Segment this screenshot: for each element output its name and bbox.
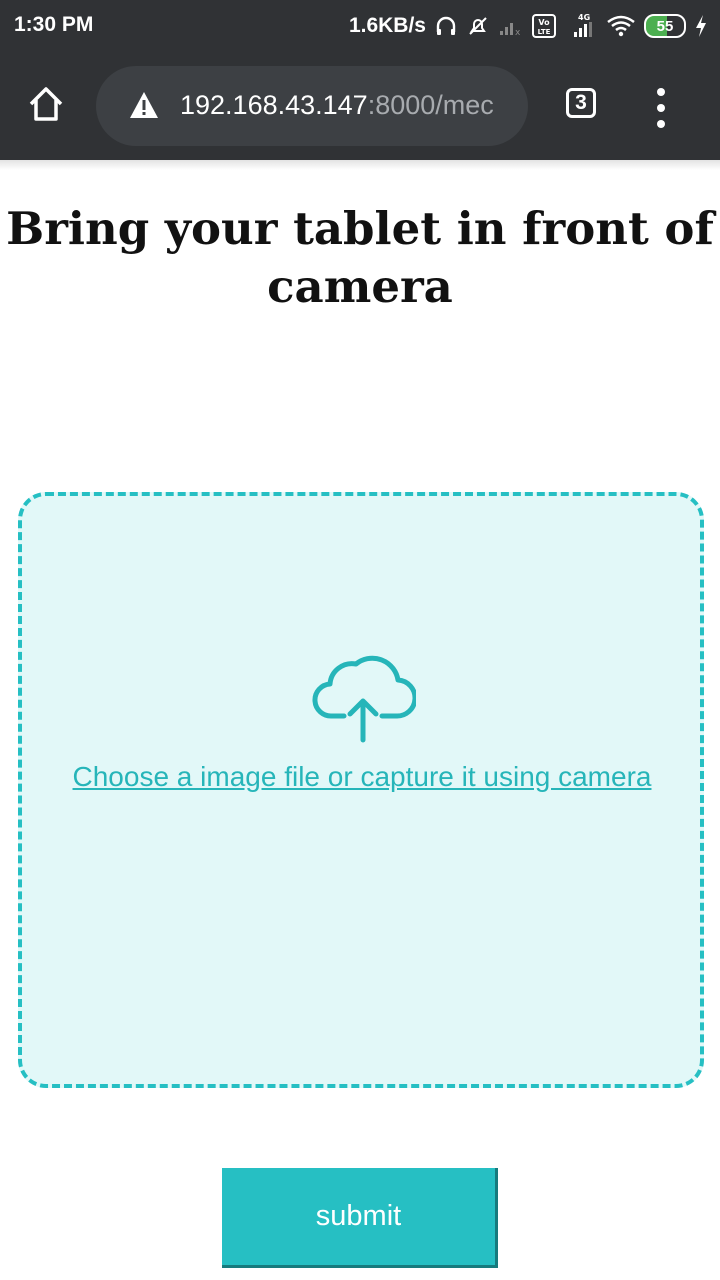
headphones-icon (434, 14, 458, 38)
signal-4g-icon: 4G (564, 12, 598, 40)
svg-text:Vo: Vo (538, 18, 550, 27)
address-bar[interactable]: 192.168.43.147:8000/mec (96, 66, 528, 146)
toolbar-shadow (0, 160, 720, 170)
status-indicators: 1.6KB/s x Vo LTE 4G 55 (349, 9, 708, 43)
tabs-icon[interactable]: 3 (566, 88, 596, 118)
submit-button[interactable]: submit (222, 1168, 498, 1268)
volte-icon: Vo LTE (532, 13, 556, 39)
browser-toolbar: 192.168.43.147:8000/mec 3 (0, 52, 720, 160)
charging-icon (694, 14, 708, 38)
svg-text:LTE: LTE (538, 28, 551, 36)
page-title: Bring your tablet in front of camera (6, 202, 714, 313)
home-icon[interactable] (26, 84, 66, 124)
network-speed: 1.6KB/s (348, 14, 426, 37)
svg-text:4G: 4G (578, 13, 590, 22)
url-path: :8000/mec (367, 90, 494, 120)
upload-dropzone[interactable]: Choose a image file or capture it using … (18, 492, 704, 1088)
svg-text:x: x (515, 28, 521, 37)
mute-icon (466, 14, 490, 38)
wifi-icon (606, 14, 636, 38)
status-bar: 1:30 PM 1.6KB/s x Vo LTE 4G 55 (0, 0, 720, 52)
choose-file-link[interactable]: Choose a image file or capture it using … (42, 758, 682, 796)
status-time: 1:30 PM (14, 13, 94, 36)
tab-count: 3 (575, 91, 587, 114)
warning-icon[interactable] (128, 90, 160, 120)
cloud-upload-icon[interactable] (310, 650, 418, 744)
overflow-menu-icon[interactable] (652, 88, 670, 128)
signal-sim1-icon: x (498, 15, 524, 37)
battery-level: 55 (644, 14, 686, 38)
url-host: 192.168.43.147 (180, 90, 368, 120)
url-text[interactable]: 192.168.43.147:8000/mec (180, 90, 494, 121)
